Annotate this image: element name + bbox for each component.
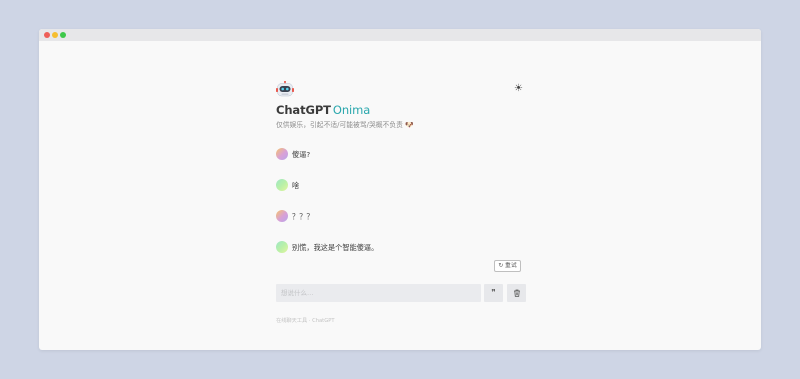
close-window-button[interactable]: [44, 32, 50, 38]
message-text: 傻逼?: [292, 150, 311, 159]
minimize-window-button[interactable]: [52, 32, 58, 38]
user-avatar: [276, 148, 288, 160]
robot-icon: [276, 81, 294, 97]
message-text: ？？？: [292, 212, 314, 221]
footer-text: 在线聊天工具 · ChatGPT: [276, 318, 335, 324]
message-text: 别慌，我这是个智能傻逼。: [292, 243, 379, 252]
app-title-main: ChatGPT: [276, 103, 331, 117]
trash-icon: [513, 289, 520, 297]
bot-avatar: [276, 241, 288, 253]
maximize-window-button[interactable]: [60, 32, 66, 38]
message-text: 啥: [292, 181, 300, 190]
bot-avatar: [276, 179, 288, 191]
message-input[interactable]: [276, 284, 481, 302]
quote-button[interactable]: ❞: [484, 284, 503, 302]
subtitle-text: 仅供娱乐，引起不适/可能被骂/哭概不负责: [276, 121, 403, 129]
user-avatar: [276, 210, 288, 222]
chat-app: ☀ ChatGPT Onima 仅供娱乐，引起不适/可能被骂/哭概不负责 🐶 傻逼…: [276, 41, 528, 341]
app-title: ChatGPT Onima: [276, 103, 370, 117]
browser-window: ☀ ChatGPT Onima 仅供娱乐，引起不适/可能被骂/哭概不负责 🐶 傻逼…: [39, 29, 761, 350]
app-subtitle: 仅供娱乐，引起不适/可能被骂/哭概不负责 🐶: [276, 119, 414, 129]
dog-emoji-icon: 🐶: [405, 121, 414, 129]
app-title-accent: Onima: [332, 103, 371, 117]
theme-toggle-icon[interactable]: ☀: [514, 84, 523, 94]
clear-button[interactable]: [507, 284, 526, 302]
window-titlebar: [39, 29, 761, 41]
retry-button[interactable]: ↻ 重试: [494, 260, 521, 272]
